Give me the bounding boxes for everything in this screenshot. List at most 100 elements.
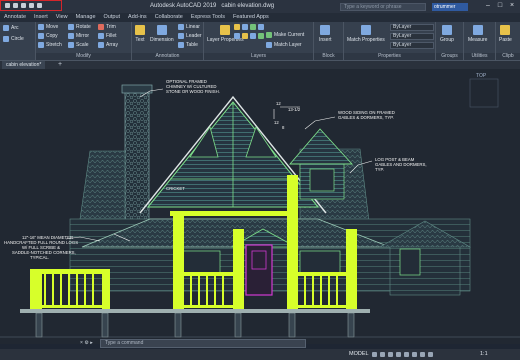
scale-tool[interactable]: Scale	[68, 42, 89, 48]
viewcube[interactable]	[469, 78, 499, 108]
measure-tool[interactable]: Measure	[468, 25, 487, 43]
utilities-panel-label[interactable]: Utilities	[464, 53, 495, 60]
note-chimney-3: STONE OR WOOD FINISH.	[166, 89, 220, 94]
copy-label: Copy	[46, 33, 58, 39]
tab-featured-apps[interactable]: Featured Apps	[233, 13, 269, 22]
new-icon[interactable]	[5, 3, 10, 8]
match-properties-icon	[360, 25, 371, 35]
tab-insert[interactable]: Insert	[34, 13, 48, 22]
trim-tool[interactable]: Trim	[98, 24, 116, 30]
lineweight-dropdown[interactable]: ByLayer	[390, 42, 434, 49]
layer-color-icon[interactable]	[258, 24, 264, 30]
close-icon[interactable]: ×	[508, 2, 516, 10]
command-input[interactable]: Type a command	[100, 339, 306, 348]
tab-collaborate[interactable]: Collaborate	[155, 13, 183, 22]
layer-match-icon[interactable]	[258, 33, 264, 39]
scale-icon	[68, 42, 74, 48]
model-space-button[interactable]: MODEL	[349, 350, 369, 359]
array-tool[interactable]: Array	[98, 42, 118, 48]
layer-isolate-icon[interactable]	[234, 33, 240, 39]
command-prompt-icon[interactable]: ▸	[90, 340, 93, 346]
layer-lock-icon[interactable]	[250, 24, 256, 30]
polar-icon[interactable]	[396, 352, 401, 357]
tab-manage[interactable]: Manage	[76, 13, 96, 22]
layer-on-icon[interactable]	[234, 24, 240, 30]
circle-label: Circle	[11, 36, 24, 42]
make-current-label: Make Current	[274, 32, 305, 38]
layers-panel-label[interactable]: Layers	[204, 53, 313, 60]
array-label: Array	[106, 42, 118, 48]
table-tool[interactable]: Table	[178, 42, 198, 48]
annotation-visibility-icon[interactable]	[420, 352, 425, 357]
osnap-icon[interactable]	[404, 352, 409, 357]
quick-access-toolbar[interactable]	[0, 0, 62, 11]
clipboard-panel-label[interactable]: Clipb	[496, 53, 520, 60]
color-dropdown[interactable]: ByLayer	[390, 24, 434, 31]
railing-bottom-center	[184, 305, 234, 308]
new-tab-icon[interactable]: +	[58, 61, 62, 69]
linear-label: Linear	[186, 24, 200, 30]
rotate-tool[interactable]: Rotate	[68, 24, 91, 30]
dimension-tool[interactable]: Dimension	[150, 25, 174, 43]
tab-add-ins[interactable]: Add-ins	[128, 13, 147, 22]
open-icon[interactable]	[13, 3, 18, 8]
viewcube-label[interactable]: TOP	[476, 73, 487, 79]
linear-tool[interactable]: Linear	[178, 24, 200, 30]
properties-panel-label[interactable]: Properties	[344, 53, 435, 60]
workspace-icon[interactable]	[428, 352, 433, 357]
layer-walk-icon[interactable]	[250, 33, 256, 39]
move-tool[interactable]: Move	[38, 24, 58, 30]
linetype-dropdown[interactable]: ByLayer	[390, 33, 434, 40]
minimize-icon[interactable]: –	[484, 2, 492, 10]
lineweight-icon[interactable]	[412, 352, 417, 357]
block-panel-label[interactable]: Block	[314, 53, 343, 60]
match-properties-tool[interactable]: Match Properties	[347, 25, 385, 43]
stretch-tool[interactable]: Stretch	[38, 42, 62, 48]
text-tool[interactable]: Text	[135, 25, 145, 43]
mirror-tool[interactable]: Mirror	[68, 33, 89, 39]
drawing-canvas[interactable]: TOP OPTIONAL FRAMED CHIMNEY W/ CULTURED …	[0, 69, 520, 344]
search-input[interactable]: Type a keyword or phrase	[340, 3, 426, 11]
array-icon	[98, 42, 104, 48]
circle-tool[interactable]: Circle	[3, 36, 24, 42]
layer-freeze-icon[interactable]	[242, 24, 248, 30]
save-icon[interactable]	[21, 3, 26, 8]
fillet-tool[interactable]: Fillet	[98, 33, 117, 39]
tab-annotate[interactable]: Annotate	[4, 13, 26, 22]
ortho-icon[interactable]	[388, 352, 393, 357]
pitch-run-2: 8	[282, 125, 285, 130]
leader-tool[interactable]: Leader	[178, 33, 202, 39]
file-tab-cabin-elevation[interactable]: cabin elevation*	[2, 61, 46, 69]
make-current-tool[interactable]: Make Current	[266, 32, 304, 38]
group-tool[interactable]: Group	[440, 25, 454, 43]
modify-panel-label[interactable]: Modify	[36, 53, 131, 60]
match-layer-tool[interactable]: Match Layer	[266, 42, 302, 48]
insert-block-icon	[320, 25, 331, 35]
annotation-scale[interactable]: 1:1	[480, 350, 488, 359]
close-command-icon[interactable]: ×	[80, 340, 83, 346]
tab-express-tools[interactable]: Express Tools	[191, 13, 225, 22]
mirror-icon	[68, 33, 74, 39]
rotate-icon	[68, 24, 74, 30]
snap-icon[interactable]	[380, 352, 385, 357]
dimension-label: Dimension	[150, 37, 174, 43]
undo-icon[interactable]	[29, 3, 34, 8]
porch-post-2	[233, 229, 244, 311]
dormer-window	[309, 168, 335, 192]
tab-output[interactable]: Output	[104, 13, 121, 22]
grid-icon[interactable]	[372, 352, 377, 357]
redo-icon[interactable]	[37, 3, 42, 8]
pitch-run: 13-1/2	[288, 107, 301, 112]
user-account[interactable]: otrummer	[432, 3, 468, 11]
arc-tool[interactable]: Arc	[3, 25, 19, 31]
copy-tool[interactable]: Copy	[38, 33, 58, 39]
maximize-icon[interactable]: □	[496, 2, 504, 10]
circle-icon	[3, 36, 9, 42]
annotation-panel-label[interactable]: Annotation	[132, 53, 203, 60]
layer-off-icon[interactable]	[242, 33, 248, 39]
groups-panel-label[interactable]: Groups	[436, 53, 463, 60]
tab-view[interactable]: View	[56, 13, 68, 22]
customize-command-icon[interactable]: ⚙	[84, 340, 88, 346]
paste-tool[interactable]: Paste	[499, 25, 512, 43]
insert-block-tool[interactable]: Insert	[319, 25, 332, 43]
